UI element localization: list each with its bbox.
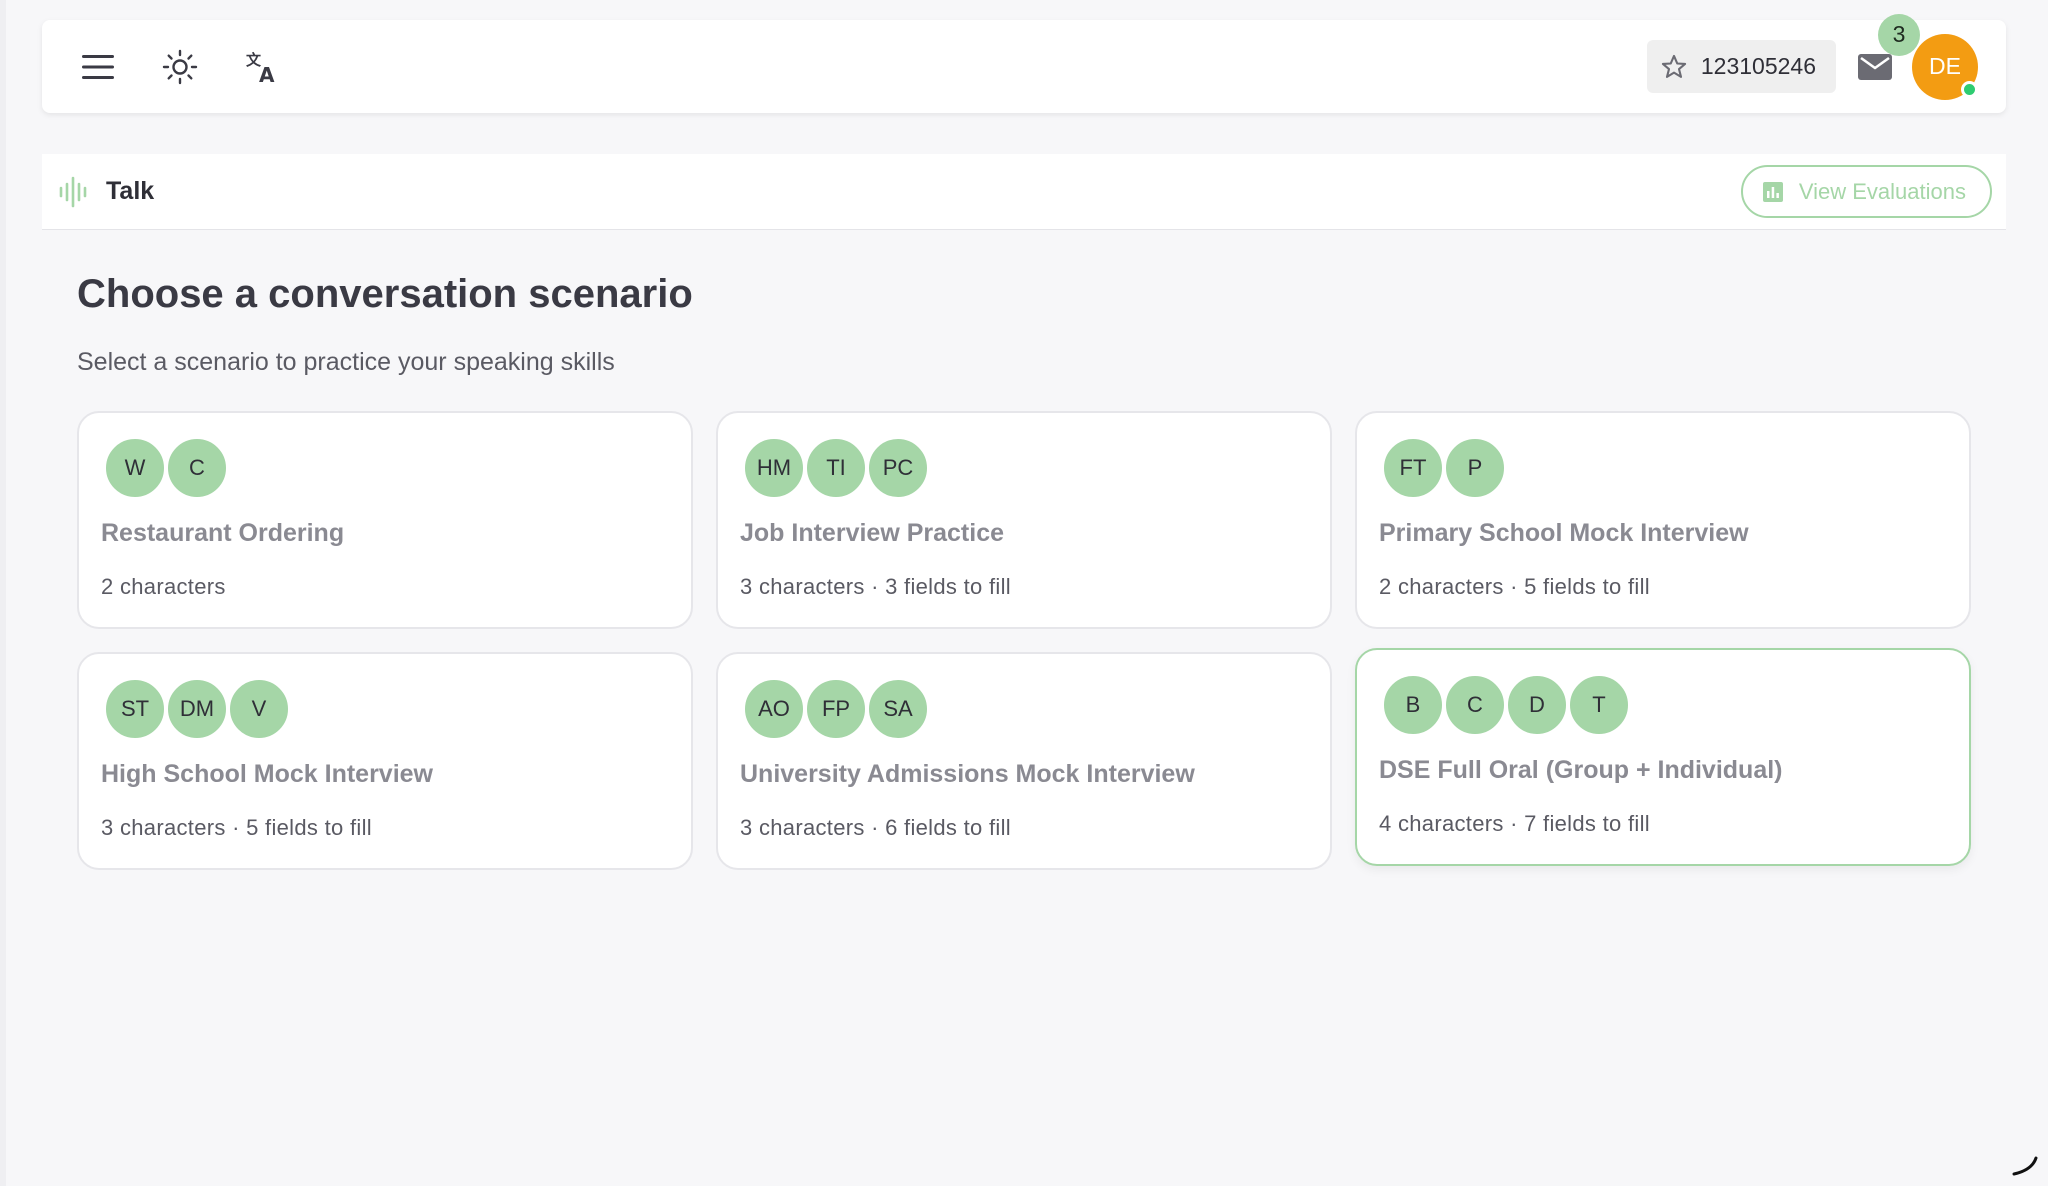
character-avatar: TI — [805, 437, 867, 499]
character-avatar: ST — [104, 678, 166, 740]
scenario-meta: 3 characters · 6 fields to fill — [740, 815, 1011, 840]
character-avatar: HM — [743, 437, 805, 499]
top-app-bar: 文 A 123105246 3 DE — [42, 13, 2006, 113]
scenario-title: High School Mock Interview — [101, 760, 433, 788]
character-avatars: ST DM V — [104, 678, 669, 740]
scenario-card-restaurant-ordering[interactable]: W C Restaurant Ordering 2 characters — [77, 411, 693, 629]
menu-icon — [82, 54, 114, 79]
scenario-card-job-interview[interactable]: HM TI PC Job Interview Practice 3 charac… — [716, 411, 1332, 629]
avatar-initials: DE — [1929, 53, 1961, 79]
section-title: Talk — [106, 177, 155, 205]
loading-spinner-icon — [2012, 1156, 2038, 1176]
scenario-title: Restaurant Ordering — [101, 519, 345, 547]
translate-icon: 文 A — [246, 51, 275, 85]
audio-wave-icon — [58, 175, 92, 209]
sun-icon — [162, 49, 198, 84]
points-chip[interactable]: 123105246 — [1646, 40, 1836, 93]
scenario-meta: 4 characters · 7 fields to fill — [1379, 811, 1650, 836]
scenario-title: University Admissions Mock Interview — [740, 760, 1195, 788]
page-subtitle: Select a scenario to practice your speak… — [77, 348, 615, 376]
character-avatar: FT — [1382, 437, 1444, 499]
scenario-meta: 3 characters · 5 fields to fill — [101, 815, 372, 840]
character-avatar: T — [1568, 674, 1630, 736]
character-avatar: V — [228, 678, 290, 740]
scenario-card-dse-full-oral[interactable]: B C D T DSE Full Oral (Group + Individua… — [1355, 648, 1971, 866]
character-avatars: HM TI PC — [743, 437, 1308, 499]
messages-button[interactable]: 3 — [1850, 13, 1920, 92]
character-avatar: FP — [805, 678, 867, 740]
scenario-title: Job Interview Practice — [740, 519, 1005, 547]
bar-chart-icon — [1762, 181, 1785, 203]
character-avatar: W — [104, 437, 166, 499]
scenario-card-high-school[interactable]: ST DM V High School Mock Interview 3 cha… — [77, 652, 693, 870]
character-avatar: P — [1444, 437, 1506, 499]
menu-button[interactable] — [70, 39, 126, 95]
section-header: Talk View Evaluations — [42, 154, 2006, 230]
character-avatars: B C D T — [1382, 674, 1947, 736]
page-title: Choose a conversation scenario — [77, 272, 693, 316]
points-value: 123105246 — [1700, 53, 1816, 79]
scenario-card-primary-school[interactable]: FT P Primary School Mock Interview 2 cha… — [1355, 411, 1971, 629]
scenario-meta: 3 characters · 3 fields to fill — [740, 574, 1011, 599]
character-avatar: AO — [743, 678, 805, 740]
scenario-meta: 2 characters — [101, 574, 226, 599]
view-evaluations-button[interactable]: View Evaluations — [1740, 165, 1992, 218]
scenario-title: Primary School Mock Interview — [1379, 519, 1749, 547]
left-edge — [0, 0, 6, 1186]
character-avatar: C — [1444, 674, 1506, 736]
character-avatars: FT P — [1382, 437, 1947, 499]
character-avatar: B — [1382, 674, 1444, 736]
language-button[interactable]: 文 A — [234, 39, 290, 95]
view-evaluations-label: View Evaluations — [1798, 178, 1966, 204]
scenario-card-university-admissions[interactable]: AO FP SA University Admissions Mock Inte… — [716, 652, 1332, 870]
unread-badge: 3 — [1878, 13, 1920, 56]
character-avatars: W C — [104, 437, 669, 499]
mail-icon — [1858, 53, 1892, 80]
svg-text:A: A — [259, 63, 275, 85]
character-avatar: SA — [867, 678, 929, 740]
theme-toggle-button[interactable] — [152, 39, 208, 95]
scenario-title: DSE Full Oral (Group + Individual) — [1379, 756, 1783, 784]
star-icon — [1657, 50, 1691, 84]
online-status-dot — [1961, 80, 1978, 98]
character-avatar: C — [166, 437, 228, 499]
character-avatar: D — [1506, 674, 1568, 736]
scenario-meta: 2 characters · 5 fields to fill — [1379, 574, 1650, 599]
character-avatar: PC — [867, 437, 929, 499]
user-avatar[interactable]: DE — [1912, 33, 1978, 100]
character-avatar: DM — [166, 678, 228, 740]
character-avatars: AO FP SA — [743, 678, 1308, 740]
